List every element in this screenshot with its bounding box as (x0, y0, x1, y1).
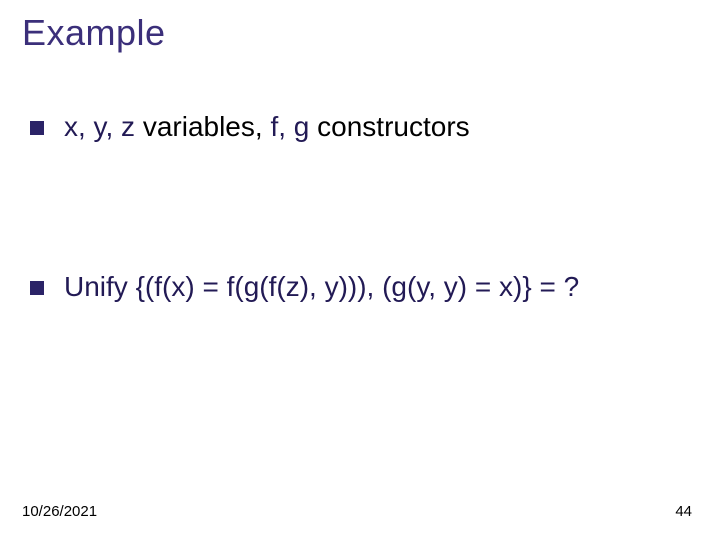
bullet-item: Unify {(f(x) = f(g(f(z), y))), (g(y, y) … (30, 270, 579, 304)
constructors-span: f, g (270, 111, 309, 142)
square-bullet-icon (30, 281, 44, 295)
bullet-item: x, y, z variables, f, g constructors (30, 110, 470, 144)
slide: Example x, y, z variables, f, g construc… (0, 0, 720, 540)
footer-date: 10/26/2021 (22, 503, 97, 520)
bullet-text: x, y, z variables, f, g constructors (64, 110, 470, 144)
variables-span: x, y, z (64, 111, 135, 142)
plain-span: constructors (309, 111, 469, 142)
bullet-text: Unify {(f(x) = f(g(f(z), y))), (g(y, y) … (64, 270, 579, 304)
footer-page-number: 44 (675, 503, 692, 520)
square-bullet-icon (30, 121, 44, 135)
slide-title: Example (22, 12, 166, 54)
plain-span: variables, (135, 111, 270, 142)
